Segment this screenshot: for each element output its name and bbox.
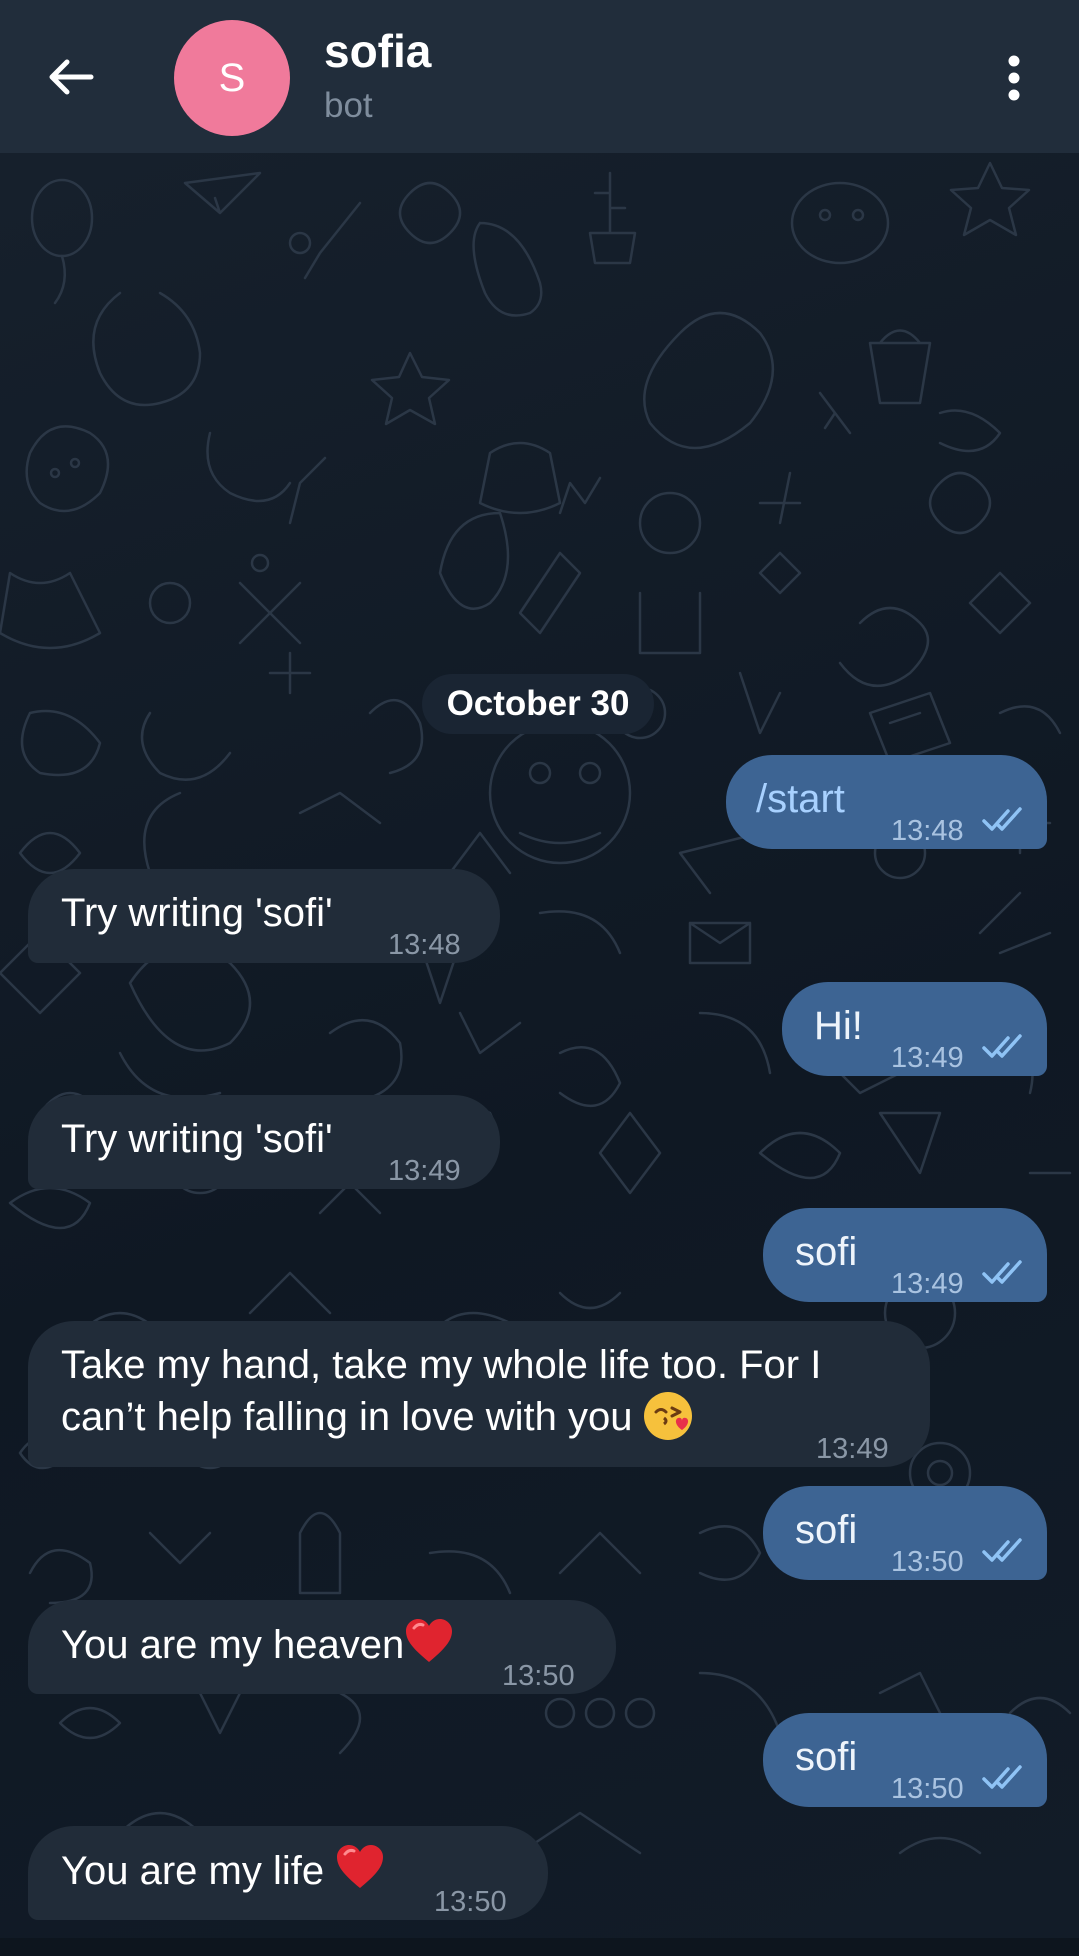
message-text-content: You are my life xyxy=(61,1849,336,1893)
message-text-content: You are my heaven xyxy=(61,1623,405,1667)
message-text: You are my heaven xyxy=(61,1618,454,1671)
red-heart-emoji-icon xyxy=(406,1619,453,1662)
message-time: 13:50 xyxy=(891,1546,964,1578)
chat-area[interactable]: October 30 /start 13:48 Try writing 'sof… xyxy=(0,153,1079,1938)
message-time: 13:49 xyxy=(816,1433,889,1465)
incoming-message[interactable]: You are my heaven 13:50 xyxy=(28,1600,616,1694)
message-text: Hi! xyxy=(814,1004,863,1048)
message-text: sofi xyxy=(795,1508,858,1552)
read-checkmarks-icon xyxy=(982,1034,1022,1058)
message-text: sofi xyxy=(795,1230,858,1274)
message-command-link[interactable]: /start xyxy=(756,773,845,825)
message-time: 13:50 xyxy=(891,1773,964,1805)
chat-title[interactable]: sofia xyxy=(324,24,431,78)
more-options-button[interactable] xyxy=(994,48,1034,108)
outgoing-message[interactable]: /start 13:48 xyxy=(726,755,1047,849)
outgoing-message[interactable]: sofi 13:50 xyxy=(763,1713,1047,1807)
date-separator: October 30 xyxy=(422,674,654,734)
incoming-message[interactable]: Try writing 'sofi' 13:48 xyxy=(28,869,500,963)
message-time: 13:49 xyxy=(891,1042,964,1074)
message-text: sofi xyxy=(795,1735,858,1779)
outgoing-message[interactable]: sofi 13:50 xyxy=(763,1486,1047,1580)
message-text-line-2: can’t help falling in love with you xyxy=(61,1391,692,1443)
more-vertical-icon xyxy=(1008,55,1020,101)
avatar[interactable]: S xyxy=(174,20,290,136)
message-text: Take my hand, take my whole life too. Fo… xyxy=(61,1343,822,1387)
incoming-message[interactable]: Try writing 'sofi' 13:49 xyxy=(28,1095,500,1189)
message-time: 13:48 xyxy=(891,815,964,847)
read-checkmarks-icon xyxy=(982,1538,1022,1562)
message-text-continued: can’t help falling in love with you xyxy=(61,1395,633,1439)
message-text: Try writing 'sofi' xyxy=(61,1117,333,1161)
message-text: You are my life xyxy=(61,1844,385,1897)
bottom-edge xyxy=(0,1938,1079,1956)
read-checkmarks-icon xyxy=(982,1765,1022,1789)
message-time: 13:48 xyxy=(388,929,461,961)
chat-header: S sofia bot xyxy=(0,0,1079,153)
message-time: 13:49 xyxy=(891,1268,964,1300)
outgoing-message[interactable]: Hi! 13:49 xyxy=(782,982,1047,1076)
outgoing-message[interactable]: sofi 13:49 xyxy=(763,1208,1047,1302)
chat-subtitle: bot xyxy=(324,86,373,125)
read-checkmarks-icon xyxy=(982,1260,1022,1284)
message-time: 13:50 xyxy=(502,1660,575,1692)
incoming-message[interactable]: Take my hand, take my whole life too. Fo… xyxy=(28,1321,930,1467)
kissing-face-emoji-icon xyxy=(643,1392,692,1440)
back-button[interactable] xyxy=(40,47,100,107)
message-time: 13:49 xyxy=(388,1155,461,1187)
red-heart-emoji-icon xyxy=(337,1845,384,1888)
message-time: 13:50 xyxy=(434,1886,507,1918)
incoming-message[interactable]: You are my life 13:50 xyxy=(28,1826,548,1920)
message-text: Try writing 'sofi' xyxy=(61,891,333,935)
read-checkmarks-icon xyxy=(982,807,1022,831)
arrow-left-icon xyxy=(49,59,94,95)
